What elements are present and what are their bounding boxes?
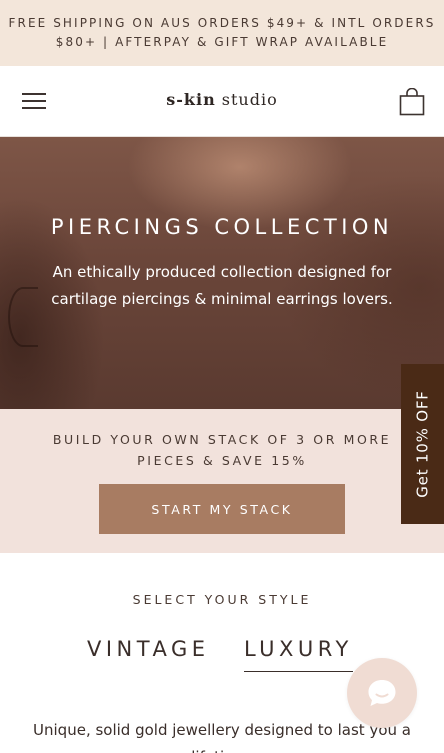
chat-button[interactable] [347,658,417,728]
start-my-stack-button[interactable]: START MY STACK [99,484,345,534]
announcement-line-2: $80+ | AFTERPAY & GIFT WRAP AVAILABLE [55,35,389,49]
shopping-bag-icon[interactable] [399,88,425,116]
stack-promo-section: BUILD YOUR OWN STACK OF 3 OR MORE PIECES… [0,409,444,553]
site-logo[interactable]: s-kin studio [0,90,444,109]
announcement-line-1: FREE SHIPPING ON AUS ORDERS $49+ & INTL … [8,16,436,30]
stack-promo-text: BUILD YOUR OWN STACK OF 3 OR MORE PIECES… [52,432,392,468]
announcement-bar: FREE SHIPPING ON AUS ORDERS $49+ & INTL … [0,0,444,66]
logo-rest-text: studio [215,90,278,109]
hero-title: PIERCINGS COLLECTION [50,215,394,239]
logo-bold-text: s-kin [166,90,216,109]
tab-vintage[interactable]: VINTAGE [87,637,210,669]
chat-bubble-icon [368,680,396,706]
hero-subtitle: An ethically produced collection designe… [51,263,393,308]
style-selector-heading: SELECT YOUR STYLE [132,592,312,607]
hero-banner[interactable]: PIERCINGS COLLECTION An ethically produc… [0,137,444,409]
tab-luxury[interactable]: LUXURY [244,637,353,672]
discount-side-tab[interactable]: Get 10% OFF [401,364,444,524]
site-header: s-kin studio [0,66,444,137]
discount-side-tab-label: Get 10% OFF [413,390,432,498]
